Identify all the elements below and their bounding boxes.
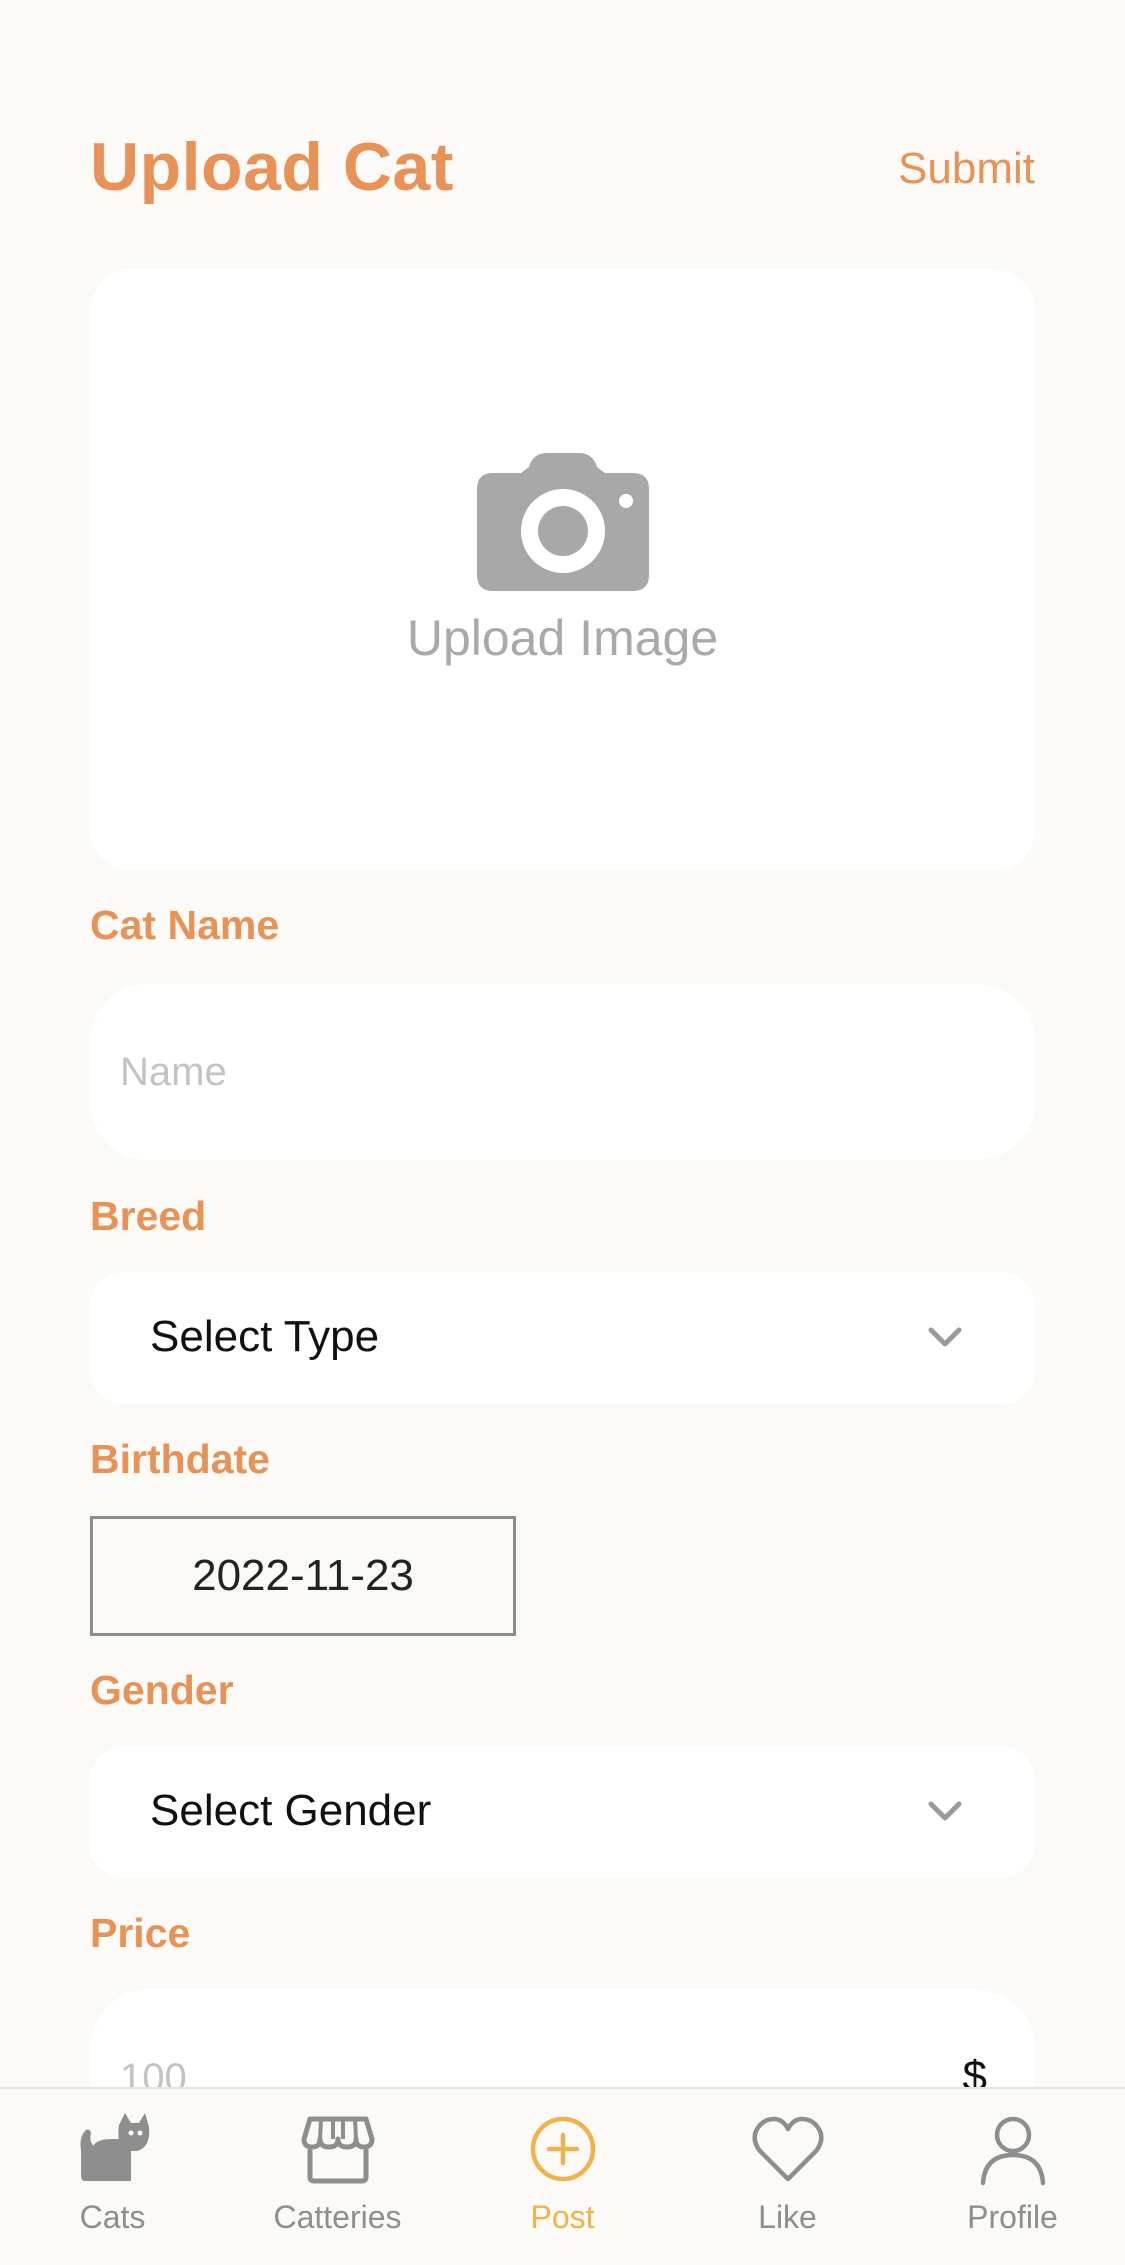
heart-icon <box>751 2116 824 2182</box>
upload-image-label: Upload Image <box>406 610 719 666</box>
tab-label: Post <box>530 2199 595 2235</box>
tab-like[interactable]: Like <box>675 2089 900 2265</box>
tab-label: Like <box>758 2199 817 2235</box>
birthdate-input[interactable]: 2022-11-23 <box>90 1516 516 1636</box>
tab-cats[interactable]: Cats <box>0 2089 225 2265</box>
tab-post[interactable]: Post <box>450 2089 675 2265</box>
cat-name-label: Cat Name <box>90 902 280 948</box>
price-label: Price <box>90 1910 191 1956</box>
breed-select[interactable]: Select Type <box>90 1272 1035 1404</box>
tab-label: Cats <box>79 2199 146 2235</box>
gender-select-value: Select Gender <box>150 1786 432 1835</box>
breed-label: Breed <box>90 1193 207 1239</box>
header: Upload Cat Submit <box>90 120 1035 220</box>
chevron-down-icon <box>928 1327 962 1347</box>
chevron-down-icon <box>928 1801 962 1821</box>
upload-cat-screen: Upload Cat Submit Upload Image Cat Name … <box>0 0 1125 2265</box>
tab-label: Profile <box>967 2199 1058 2235</box>
tab-catteries[interactable]: Catteries <box>225 2089 450 2265</box>
cat-name-input[interactable] <box>90 984 1035 1160</box>
cat-icon <box>80 2113 149 2181</box>
person-icon <box>980 2116 1045 2186</box>
page-title: Upload Cat <box>90 129 454 205</box>
gender-select[interactable]: Select Gender <box>90 1746 1035 1878</box>
plus-circle-icon <box>530 2116 595 2182</box>
gender-label: Gender <box>90 1667 234 1713</box>
breed-select-value: Select Type <box>150 1312 380 1361</box>
tab-label: Catteries <box>273 2199 402 2235</box>
birthdate-label: Birthdate <box>90 1436 270 1482</box>
tab-profile[interactable]: Profile <box>900 2089 1125 2265</box>
tab-bar: Cats Catteries Post Like Profile <box>0 2087 1125 2265</box>
submit-button[interactable]: Submit <box>898 144 1035 194</box>
storefront-icon <box>301 2116 374 2184</box>
camera-icon <box>476 453 649 591</box>
upload-image-button[interactable]: Upload Image <box>90 270 1035 870</box>
